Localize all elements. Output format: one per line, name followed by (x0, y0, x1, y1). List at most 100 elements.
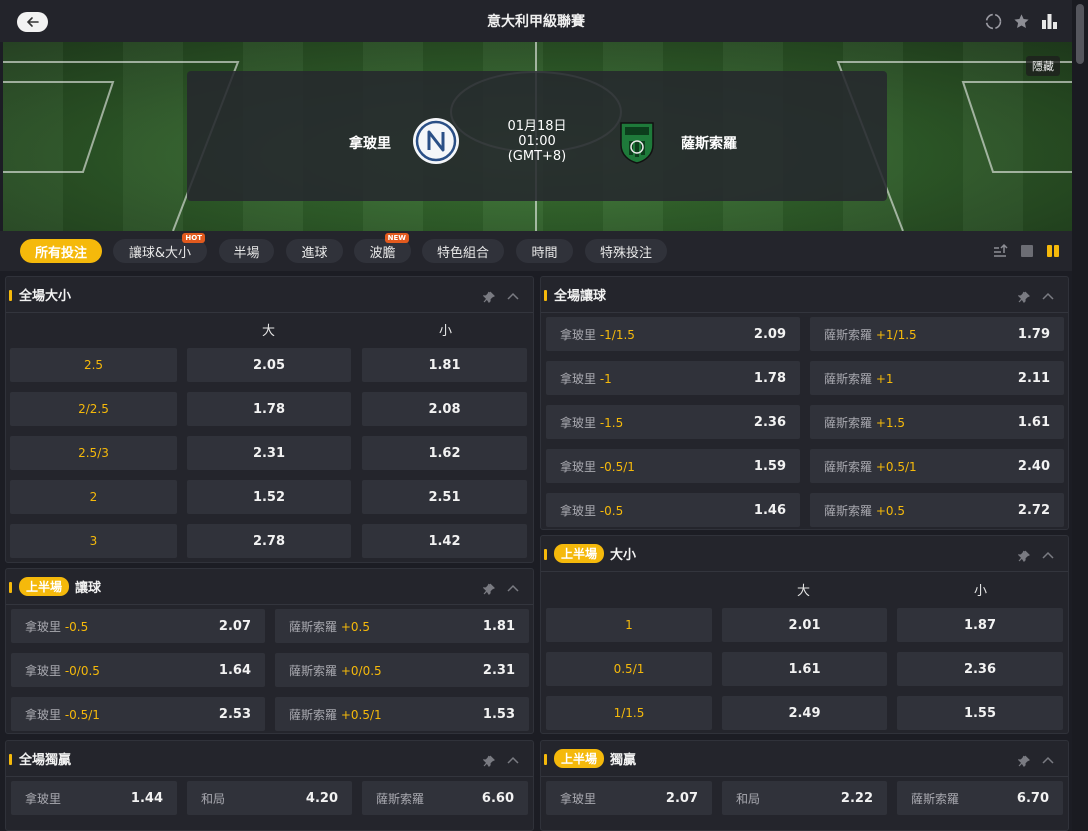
over-odds[interactable]: 2.78 (187, 524, 351, 558)
pin-icon[interactable] (482, 752, 496, 771)
tab-handicap-ou[interactable]: 讓球&大小 HOT (113, 233, 207, 263)
panel-header[interactable]: 全場獨贏 (6, 741, 533, 777)
under-odds[interactable]: 1.81 (362, 348, 527, 382)
under-odds[interactable]: 1.87 (897, 608, 1063, 642)
panel-header[interactable]: 全場大小 (6, 277, 533, 313)
team-name: 薩斯索羅 (289, 619, 338, 634)
single-column-icon[interactable] (1020, 243, 1034, 262)
away-handicap-selection[interactable]: 薩斯索羅 +0.5 1.81 (275, 609, 529, 643)
refresh-icon[interactable] (984, 12, 1002, 30)
panel-title: 全場獨贏 (19, 753, 72, 768)
under-odds[interactable]: 1.42 (362, 524, 527, 558)
home-handicap-selection[interactable]: 拿玻里 -0.5 2.07 (11, 609, 265, 643)
away-handicap-selection[interactable]: 薩斯索羅 +0.5/1 2.40 (810, 449, 1064, 483)
pin-icon[interactable] (482, 580, 496, 599)
home-handicap-selection[interactable]: 拿玻里 -0.5 1.46 (546, 493, 800, 527)
over-odds[interactable]: 1.78 (187, 392, 351, 426)
away-handicap-selection[interactable]: 薩斯索羅 +0.5/1 1.53 (275, 697, 529, 731)
under-odds[interactable]: 2.08 (362, 392, 527, 426)
under-header: 小 (439, 324, 453, 339)
over-odds[interactable]: 2.31 (187, 436, 351, 470)
expand-all-icon[interactable] (992, 242, 1008, 262)
handicap-line: -1 (599, 371, 612, 386)
tab-combo[interactable]: 特色組合 (422, 239, 504, 263)
away-win-selection[interactable]: 薩斯索羅 6.70 (897, 781, 1063, 815)
pin-icon[interactable] (1017, 288, 1031, 307)
away-win-selection[interactable]: 薩斯索羅 6.60 (362, 781, 528, 815)
team-name: 拿玻里 (560, 327, 597, 342)
ou-line: 2/2.5 (10, 392, 177, 426)
home-handicap-selection[interactable]: 拿玻里 -1.5 2.36 (546, 405, 800, 439)
home-win-selection[interactable]: 拿玻里 1.44 (11, 781, 177, 815)
collapse-icon[interactable] (507, 288, 519, 307)
panel-header[interactable]: 全場讓球 (541, 277, 1068, 313)
handicap-line: +1/1.5 (875, 327, 917, 342)
pin-icon[interactable] (1017, 547, 1031, 566)
over-odds[interactable]: 1.61 (722, 652, 887, 686)
under-odds[interactable]: 2.36 (897, 652, 1063, 686)
away-handicap-selection[interactable]: 薩斯索羅 +1.5 1.61 (810, 405, 1064, 439)
pin-icon[interactable] (1017, 752, 1031, 771)
draw-selection[interactable]: 和局 2.22 (722, 781, 887, 815)
home-win-selection[interactable]: 拿玻里 2.07 (546, 781, 712, 815)
over-odds[interactable]: 2.49 (722, 696, 887, 730)
star-icon[interactable] (1012, 12, 1030, 30)
home-handicap-selection[interactable]: 拿玻里 -1/1.5 2.09 (546, 317, 800, 351)
collapse-icon[interactable] (507, 752, 519, 771)
tab-all-bets[interactable]: 所有投注 (20, 239, 102, 263)
draw-selection[interactable]: 和局 4.20 (187, 781, 352, 815)
odds-value: 2.09 (753, 326, 786, 342)
top-bar: 意大利甲級聯賽 (0, 0, 1072, 42)
tab-half[interactable]: 半場 (219, 239, 274, 263)
tab-label: 特殊投注 (599, 245, 652, 261)
h1-hdp-panel: 上半場 讓球 拿玻里 -0.5 2.07 薩斯索羅 +0.5 1.81 拿玻里 -0… (5, 568, 534, 734)
home-handicap-selection[interactable]: 拿玻里 -1 1.78 (546, 361, 800, 395)
away-handicap-selection[interactable]: 薩斯索羅 +0.5 2.72 (810, 493, 1064, 527)
tab-correct-score[interactable]: 波膽 NEW (354, 233, 411, 263)
home-handicap-selection[interactable]: 拿玻里 -0.5/1 1.59 (546, 449, 800, 483)
selection-label: 拿玻里 (560, 791, 597, 806)
under-odds[interactable]: 1.62 (362, 436, 527, 470)
scrollbar[interactable] (1072, 0, 1088, 831)
over-odds[interactable]: 2.01 (722, 608, 887, 642)
away-team-name: 薩斯索羅 (681, 136, 737, 152)
home-handicap-selection[interactable]: 拿玻里 -0/0.5 1.64 (11, 653, 265, 687)
collapse-icon[interactable] (1042, 547, 1054, 566)
scrollbar-thumb[interactable] (1076, 4, 1084, 64)
odds-value: 2.11 (1017, 370, 1050, 386)
panel-header[interactable]: 上半場 讓球 (6, 569, 533, 605)
over-odds[interactable]: 1.52 (187, 480, 351, 514)
selection-label: 和局 (736, 791, 761, 806)
odds-value: 2.72 (1017, 502, 1050, 518)
panel-header[interactable]: 上半場 獨贏 (541, 741, 1068, 777)
panel-header[interactable]: 上半場 大小 (541, 536, 1068, 572)
collapse-icon[interactable] (1042, 288, 1054, 307)
hide-button[interactable]: 隱藏 (1026, 56, 1060, 76)
tab-special[interactable]: 特殊投注 (585, 239, 667, 263)
away-handicap-selection[interactable]: 薩斯索羅 +1/1.5 1.79 (810, 317, 1064, 351)
market-tabs: 所有投注 讓球&大小 HOT 半場 進球 波膽 NEW 特色組合 時間 特殊投注 (0, 231, 1072, 271)
odds-value: 1.59 (753, 458, 786, 474)
under-odds[interactable]: 1.55 (897, 696, 1063, 730)
team-name: 拿玻里 (25, 707, 62, 722)
stats-icon[interactable] (1040, 12, 1058, 30)
tab-time[interactable]: 時間 (516, 239, 573, 263)
away-handicap-selection[interactable]: 薩斯索羅 +1 2.11 (810, 361, 1064, 395)
new-badge: NEW (384, 233, 409, 243)
match-date: 01月18日 (507, 119, 567, 134)
over-odds[interactable]: 2.05 (187, 348, 351, 382)
away-handicap-selection[interactable]: 薩斯索羅 +0/0.5 2.31 (275, 653, 529, 687)
double-column-icon[interactable] (1046, 243, 1060, 262)
under-odds[interactable]: 2.51 (362, 480, 527, 514)
over-header: 大 (262, 324, 276, 339)
pin-icon[interactable] (482, 288, 496, 307)
odds-value: 2.40 (1017, 458, 1050, 474)
home-handicap-selection[interactable]: 拿玻里 -0.5/1 2.53 (11, 697, 265, 731)
back-button[interactable] (17, 12, 48, 32)
collapse-icon[interactable] (1042, 752, 1054, 771)
collapse-icon[interactable] (507, 580, 519, 599)
team-name: 薩斯索羅 (289, 707, 338, 722)
tab-goals[interactable]: 進球 (286, 239, 343, 263)
selection-label: 薩斯索羅 (376, 791, 425, 806)
odds-value: 4.20 (305, 790, 338, 806)
